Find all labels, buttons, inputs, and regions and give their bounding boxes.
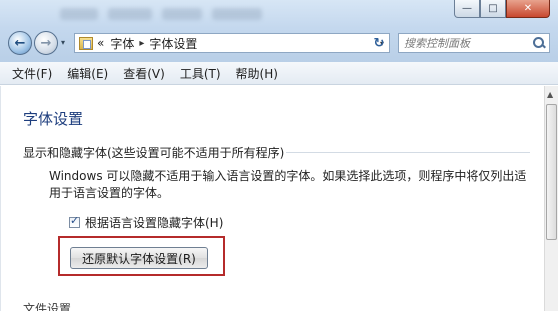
menu-edit[interactable]: 编辑(E) [61,65,114,82]
forward-arrow-icon: → [40,35,52,51]
minimize-button[interactable]: — [454,0,480,18]
back-arrow-icon: ← [14,35,26,51]
menu-view[interactable]: 查看(V) [117,65,171,82]
search-box[interactable] [398,33,550,53]
control-panel-folder-icon [79,36,93,50]
section-heading: 显示和隐藏字体(这些设置可能不适用于所有程序) [23,146,285,160]
caption-buttons: — □ ✕ [454,0,550,18]
window-frame: — □ ✕ [0,0,558,63]
maximize-button[interactable]: □ [480,0,506,18]
scroll-thumb[interactable] [546,104,557,240]
restore-default-fonts-button[interactable]: 还原默认字体设置(R) [70,247,208,269]
content-pane: 字体设置 显示和隐藏字体(这些设置可能不适用于所有程序) Windows 可以隐… [0,86,544,311]
breadcrumb-separator-icon[interactable]: ▸ [139,38,144,49]
blurred-background [60,8,262,20]
menu-bar: 文件(F) 编辑(E) 查看(V) 工具(T) 帮助(H) [0,62,558,85]
breadcrumb-fonts[interactable]: 字体 [110,35,134,52]
menu-file[interactable]: 文件(F) [6,65,58,82]
menu-tools[interactable]: 工具(T) [174,65,227,82]
recent-pages-dropdown[interactable]: ▾ [61,38,65,47]
hide-fonts-checkbox[interactable] [69,214,80,228]
refresh-icon: ↻ [373,35,385,51]
scroll-up-arrow-icon[interactable]: ▲ [547,90,553,99]
description-text: Windows 可以隐藏不适用于输入语言设置的字体。如果选择此选项，则程序中将仅… [49,169,527,200]
refresh-button[interactable]: ↻ [369,34,389,52]
menu-help[interactable]: 帮助(H) [230,65,284,82]
hide-fonts-label[interactable]: 根据语言设置隐藏字体(H) [85,214,223,231]
hide-fonts-option[interactable]: 根据语言设置隐藏字体(H) [69,214,223,231]
vertical-scrollbar[interactable]: ▲ [544,86,558,311]
address-overflow-chevron[interactable]: « [97,36,104,50]
next-section-heading: 文件设置 [23,302,72,311]
address-bar[interactable]: « 字体 ▸ 字体设置 ▾ [74,33,390,53]
page-title: 字体设置 [23,110,84,128]
close-button[interactable]: ✕ [506,0,550,18]
back-button[interactable]: ← [8,31,32,55]
search-icon[interactable] [532,36,546,50]
search-input[interactable] [399,35,532,51]
section-divider [286,152,530,153]
forward-button[interactable]: → [34,31,58,55]
breadcrumb-font-settings[interactable]: 字体设置 [149,35,197,52]
